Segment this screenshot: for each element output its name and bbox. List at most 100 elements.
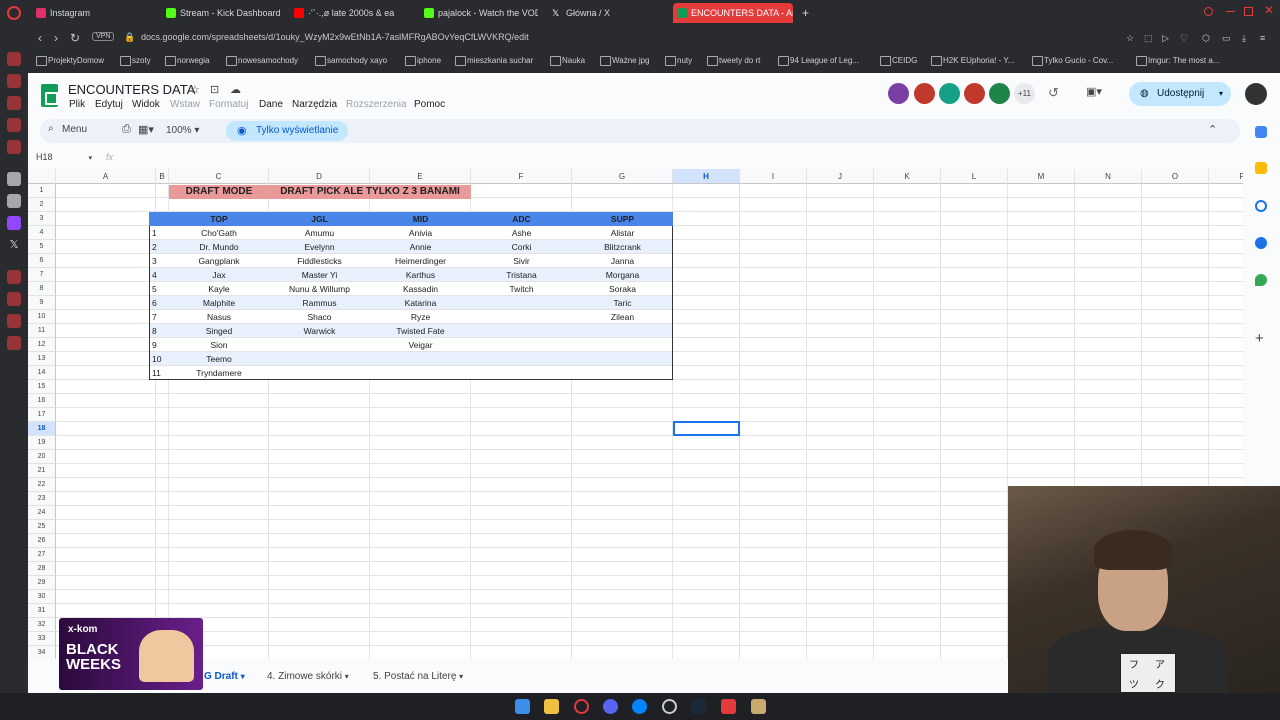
champion-cell[interactable]: Heimerdinger: [370, 254, 471, 268]
collapse-icon[interactable]: ⌃: [1208, 123, 1217, 136]
row-header[interactable]: 5: [28, 240, 56, 254]
champion-cell[interactable]: Karthus: [370, 268, 471, 282]
table-header-cell[interactable]: ADC: [471, 212, 572, 226]
select-all-corner[interactable]: [28, 169, 56, 184]
champion-cell[interactable]: Amumu: [269, 226, 370, 240]
sidebar-app-icon[interactable]: [7, 140, 21, 154]
champion-cell[interactable]: Alistar: [572, 226, 673, 240]
champion-cell[interactable]: [269, 366, 370, 380]
menu-data[interactable]: Dane: [259, 99, 283, 110]
opera-logo-icon[interactable]: [7, 6, 21, 20]
bookmark-folder[interactable]: Nauka: [550, 56, 585, 66]
new-tab-button[interactable]: +: [798, 3, 816, 23]
champion-cell[interactable]: Kayle: [169, 282, 269, 296]
bookmark-link[interactable]: Imgur: The most a...: [1136, 56, 1219, 66]
browser-tab[interactable]: Instagram: [32, 3, 158, 23]
row-header[interactable]: 23: [28, 492, 56, 506]
history-icon[interactable]: ↺: [1048, 85, 1059, 101]
bookmark-link[interactable]: CEIDG: [880, 56, 917, 66]
row-header[interactable]: 1: [28, 184, 56, 198]
champion-cell[interactable]: [471, 296, 572, 310]
column-header[interactable]: K: [874, 169, 941, 184]
champion-cell[interactable]: Jax: [169, 268, 269, 282]
menu-edit[interactable]: Edytuj: [95, 99, 123, 110]
bookmark-folder[interactable]: samochody xayo: [315, 56, 387, 66]
column-header[interactable]: G: [572, 169, 673, 184]
champion-cell[interactable]: Tryndamere: [169, 366, 269, 380]
row-header[interactable]: 9: [28, 296, 56, 310]
bookmark-link[interactable]: 94 League of Leg...: [778, 56, 859, 66]
champion-cell[interactable]: Blitzcrank: [572, 240, 673, 254]
bookmark-folder[interactable]: ProjektyDomow: [36, 56, 104, 66]
sidebar-app-icon[interactable]: [7, 314, 21, 328]
row-header[interactable]: 10: [28, 310, 56, 324]
column-header[interactable]: C: [169, 169, 269, 184]
row-header[interactable]: 13: [28, 352, 56, 366]
bookmark-folder[interactable]: nuty: [665, 56, 692, 66]
browser-tab[interactable]: ·'`·.,ø late 2000s & ea: [290, 3, 410, 23]
champion-cell[interactable]: [471, 352, 572, 366]
column-header[interactable]: F: [471, 169, 572, 184]
document-title[interactable]: ENCOUNTERS DATA: [68, 82, 195, 97]
messenger-icon[interactable]: [632, 699, 647, 714]
row-header[interactable]: 3: [28, 212, 56, 226]
bookmark-folder[interactable]: nowesamochody: [226, 56, 298, 66]
bookmark-folder[interactable]: mieszkania suchar: [455, 56, 533, 66]
row-header[interactable]: 7: [28, 268, 56, 282]
champion-cell[interactable]: Teemo: [169, 352, 269, 366]
menu-view[interactable]: Widok: [132, 99, 160, 110]
menu-format[interactable]: Formatuj: [209, 99, 248, 110]
column-header[interactable]: E: [370, 169, 471, 184]
column-header[interactable]: D: [269, 169, 370, 184]
download-icon[interactable]: ⤓: [1242, 33, 1246, 44]
bookmark-folder[interactable]: Ważne jpg: [600, 56, 650, 66]
bookmark-link[interactable]: H2K EUphoria! - Y...: [931, 56, 1014, 66]
collaborator-avatar[interactable]: [964, 83, 985, 104]
bookmark-folder[interactable]: iphone: [405, 56, 441, 66]
champion-cell[interactable]: [572, 366, 673, 380]
sheet-tab[interactable]: 5. Postać na Literę ▾: [373, 671, 463, 682]
champion-cell[interactable]: [471, 338, 572, 352]
row-header[interactable]: 4: [28, 226, 56, 240]
champion-cell[interactable]: [572, 352, 673, 366]
sidebar-app-icon[interactable]: [7, 74, 21, 88]
champion-cell[interactable]: Ryze: [370, 310, 471, 324]
collaborator-avatar[interactable]: [888, 83, 909, 104]
row-header[interactable]: 31: [28, 604, 56, 618]
champion-cell[interactable]: Rammus: [269, 296, 370, 310]
champion-cell[interactable]: Ashe: [471, 226, 572, 240]
champion-cell[interactable]: Twisted Fate: [370, 324, 471, 338]
champion-cell[interactable]: Malphite: [169, 296, 269, 310]
champion-cell[interactable]: Veigar: [370, 338, 471, 352]
steam-icon[interactable]: [691, 699, 706, 714]
row-header[interactable]: 21: [28, 464, 56, 478]
chatgpt-icon[interactable]: [7, 194, 21, 208]
champion-cell[interactable]: [471, 310, 572, 324]
row-header[interactable]: 30: [28, 590, 56, 604]
browser-tab-active[interactable]: ENCOUNTERS DATA - Ark: [673, 3, 793, 23]
sidebar-app-icon[interactable]: [7, 270, 21, 284]
print-icon[interactable]: ⎙: [122, 123, 131, 136]
champion-cell[interactable]: Fiddlesticks: [269, 254, 370, 268]
row-header[interactable]: 19: [28, 436, 56, 450]
row-header[interactable]: 33: [28, 632, 56, 646]
calendar-icon[interactable]: [1255, 126, 1267, 138]
move-icon[interactable]: ⊡: [210, 83, 219, 96]
x-icon[interactable]: 𝕏: [7, 238, 21, 252]
aria-icon[interactable]: [7, 172, 21, 186]
zoom-select[interactable]: 100% ▾: [166, 125, 199, 136]
draft-pick-label[interactable]: DRAFT PICK ALE TYLKO Z 3 BANAMI: [269, 185, 471, 199]
sheet-tab-active[interactable]: G Draft ▾: [204, 671, 245, 682]
champion-cell[interactable]: Janna: [572, 254, 673, 268]
collaborator-avatar[interactable]: [914, 83, 935, 104]
add-addon-icon[interactable]: +: [1255, 330, 1264, 347]
champion-cell[interactable]: Master Yi: [269, 268, 370, 282]
champion-cell[interactable]: [269, 352, 370, 366]
table-header-cell[interactable]: SUPP: [572, 212, 673, 226]
champion-cell[interactable]: Kassadin: [370, 282, 471, 296]
champion-cell[interactable]: [269, 338, 370, 352]
sidebar-app-icon[interactable]: [7, 292, 21, 306]
back-icon[interactable]: ‹: [38, 31, 42, 45]
table-header-cell[interactable]: TOP: [169, 212, 269, 226]
row-header[interactable]: 32: [28, 618, 56, 632]
